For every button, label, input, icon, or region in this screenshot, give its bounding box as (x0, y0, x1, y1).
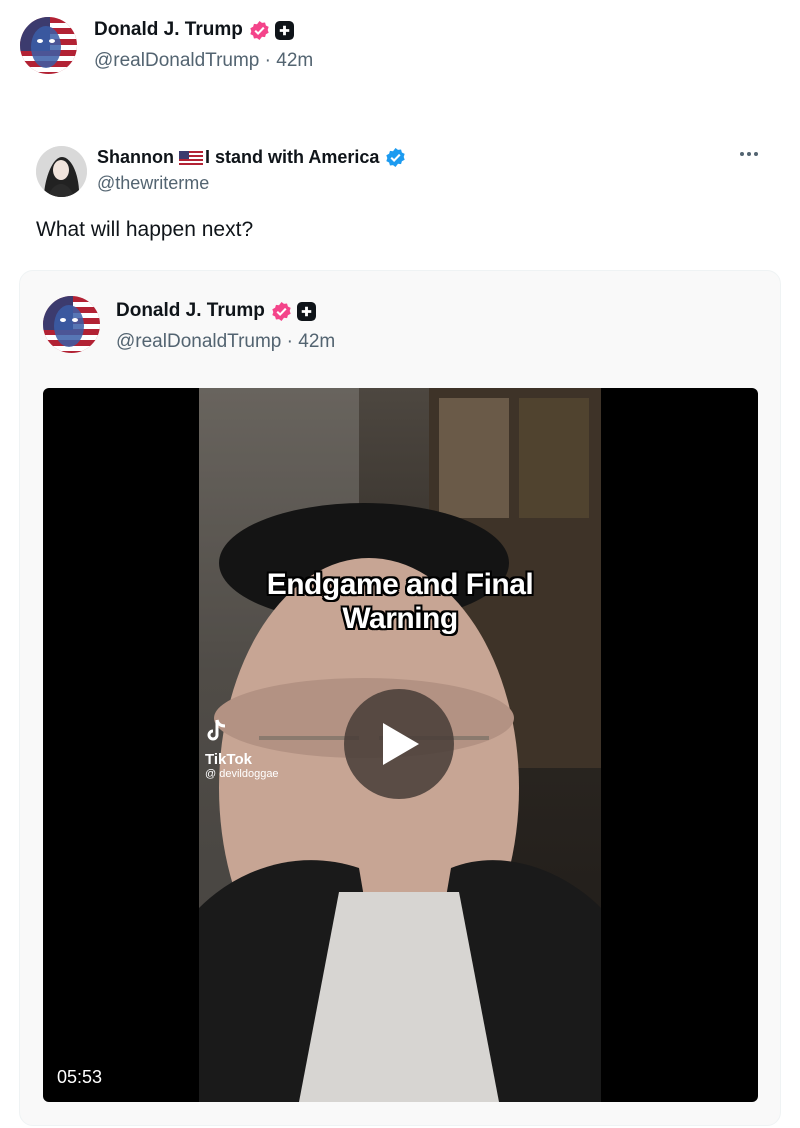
author-handle-line: @realDonaldTrump · 42m (94, 50, 313, 72)
reply-author-handle[interactable]: @thewriterme (97, 173, 406, 194)
avatar[interactable] (43, 296, 100, 353)
play-button[interactable] (344, 689, 454, 799)
flag-face-avatar-icon (43, 296, 100, 353)
author-name[interactable]: Donald J. Trump (94, 19, 243, 41)
avatar[interactable] (20, 17, 77, 74)
verified-badge-icon[interactable] (271, 301, 292, 322)
separator: · (259, 50, 277, 71)
verified-badge-icon[interactable] (249, 20, 270, 41)
plus-icon (274, 20, 294, 40)
reply-author-name-suffix[interactable]: I stand with America (205, 147, 379, 168)
quoted-timestamp[interactable]: 42m (298, 331, 335, 352)
video-duration: 05:53 (57, 1067, 103, 1087)
video-player[interactable]: Endgame and Final Warning TikTok @ devil… (43, 388, 758, 1102)
video-caption: Endgame and Final Warning (199, 568, 601, 636)
plus-icon (296, 301, 316, 321)
portrait-avatar-icon (36, 146, 87, 197)
tiktok-brand: TikTok (205, 751, 252, 768)
play-icon (383, 723, 419, 765)
caption-line-1: Endgame and Final (266, 568, 534, 601)
quoted-tweet[interactable]: Donald J. Trump @realDonaldTrump · 42m E… (19, 270, 781, 1126)
author-handle[interactable]: @realDonaldTrump (94, 50, 259, 71)
flag-face-avatar-icon (20, 17, 77, 74)
separator: · (281, 331, 299, 352)
caption-line-2: Warning (342, 602, 458, 635)
reply-tweet: Shannon I stand with America @thewriterm… (36, 146, 764, 197)
tiktok-logo-icon (207, 719, 226, 741)
timestamp[interactable]: 42m (276, 50, 313, 71)
tiktok-watermark: TikTok @ devildoggae (205, 718, 279, 780)
quoted-author-name[interactable]: Donald J. Trump (116, 300, 265, 322)
quoted-handle-line: @realDonaldTrump · 42m (116, 331, 335, 353)
post-header: Donald J. Trump @realDonaldTrump · 42m (20, 17, 313, 74)
more-icon[interactable] (740, 152, 758, 156)
tiktok-user: @ devildoggae (205, 768, 279, 780)
quoted-author-handle[interactable]: @realDonaldTrump (116, 331, 281, 352)
reply-author-name[interactable]: Shannon (97, 147, 174, 168)
us-flag-icon (179, 150, 203, 166)
verified-badge-icon[interactable] (385, 147, 406, 168)
tweet-text: What will happen next? (36, 218, 254, 241)
avatar[interactable] (36, 146, 87, 197)
